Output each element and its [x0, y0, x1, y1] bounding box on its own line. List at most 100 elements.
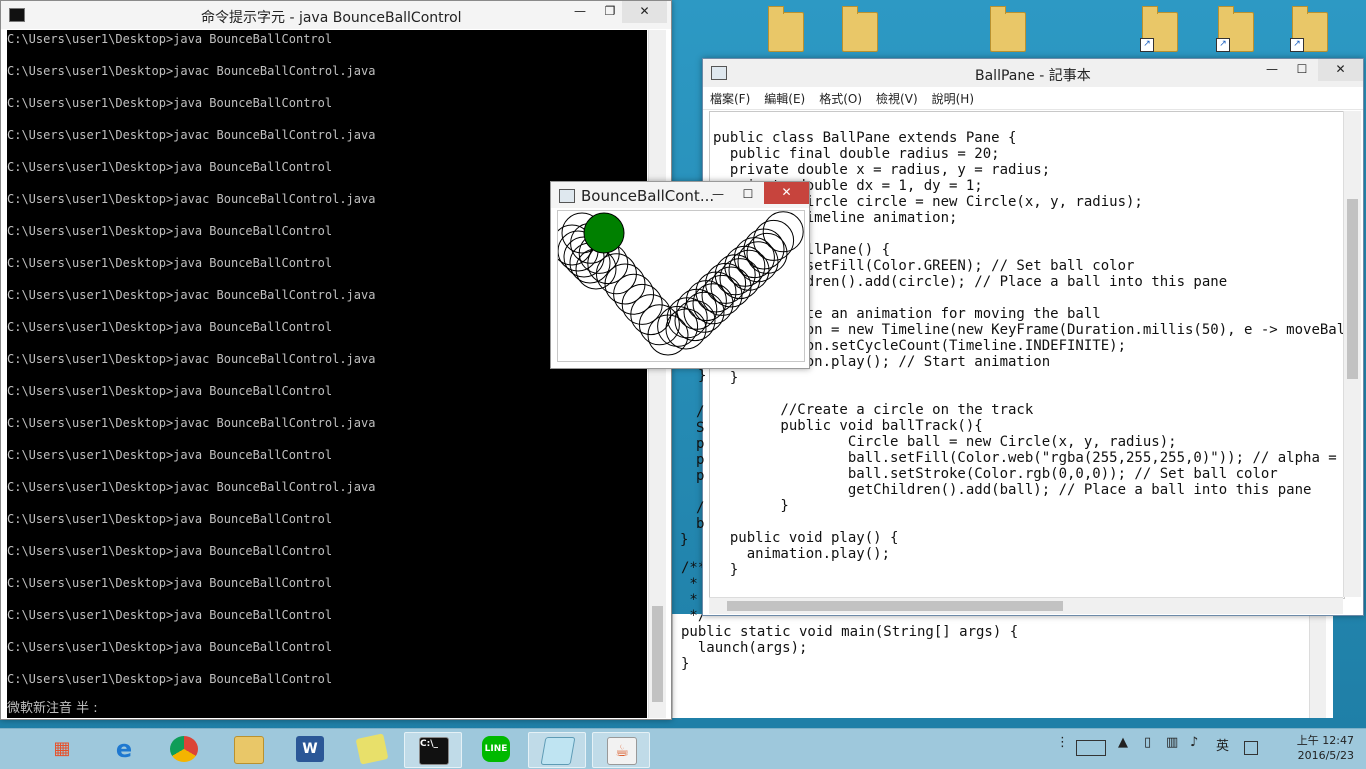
maximize-button[interactable]: ❐: [595, 1, 625, 23]
console-line: C:\Users\user1\Desktop>java BounceBallCo…: [7, 512, 333, 526]
folder-icon[interactable]: [840, 6, 880, 52]
console-line: C:\Users\user1\Desktop>java BounceBallCo…: [7, 608, 333, 622]
start-button[interactable]: ▦: [34, 732, 90, 766]
green-ball: [583, 212, 625, 254]
taskbar-chrome[interactable]: [156, 732, 212, 766]
network-icon[interactable]: ▥: [1166, 735, 1178, 750]
close-button[interactable]: ✕: [1318, 59, 1363, 81]
track-circle: [719, 258, 761, 300]
console-line: C:\Users\user1\Desktop>javac BounceBallC…: [7, 288, 376, 302]
clock[interactable]: 上午 12:47 2016/5/23: [1297, 733, 1354, 763]
track-circle: [746, 232, 788, 274]
notepad-titlebar[interactable]: BallPane - 記事本 — ☐ ✕: [703, 59, 1363, 87]
volume-icon[interactable]: ♪: [1190, 735, 1198, 750]
menu-help[interactable]: 說明(H): [925, 87, 981, 110]
taskbar-cmd[interactable]: C:\_: [404, 732, 462, 768]
windows-grid-icon: ▦: [53, 738, 71, 759]
console-line: C:\Users\user1\Desktop>javac BounceBallC…: [7, 192, 376, 206]
code-fragment: /: [696, 500, 705, 516]
console-line: C:\Users\user1\Desktop>java BounceBallCo…: [7, 544, 333, 558]
taskbar: ▦ e W C:\_ LINE ☕ ⋮ ▲ ▯ ▥ ♪ 英 上午 12:47 2…: [0, 728, 1366, 769]
track-circle: [638, 304, 680, 346]
console-line: C:\Users\user1\Desktop>java BounceBallCo…: [7, 320, 333, 334]
taskbar-word[interactable]: W: [282, 732, 338, 766]
touch-keyboard-icon[interactable]: [1076, 740, 1106, 756]
console-line: C:\Users\user1\Desktop>java BounceBallCo…: [7, 256, 333, 270]
show-hidden-icons[interactable]: ▲: [1118, 735, 1128, 750]
minimize-button[interactable]: —: [1257, 59, 1287, 81]
taskbar-explorer[interactable]: [220, 732, 276, 766]
scrollbar-thumb[interactable]: [652, 606, 663, 702]
code-fragment: p: [696, 452, 705, 468]
folder-icon[interactable]: [988, 6, 1028, 52]
cmd-titlebar[interactable]: 命令提示字元 - java BounceBallControl — ❐ ✕: [1, 1, 671, 29]
cmd-app-icon: [9, 8, 25, 22]
bounce-ball-window: BounceBallCont... — ☐ ✕: [550, 181, 810, 369]
track-circle: [753, 219, 795, 261]
battery-icon[interactable]: ▯: [1144, 735, 1151, 750]
folder-icon[interactable]: [766, 6, 806, 52]
line-icon: LINE: [482, 736, 510, 762]
ball-track-canvas: [551, 211, 804, 356]
menu-bar: 檔案(F) 編輯(E) 格式(O) 檢視(V) 說明(H): [703, 87, 1363, 110]
console-line: C:\Users\user1\Desktop>java BounceBallCo…: [7, 32, 333, 46]
word-icon: W: [296, 736, 324, 762]
cmd-icon: C:\_: [419, 737, 449, 765]
maximize-button[interactable]: ☐: [1287, 59, 1317, 81]
ime-status: 微軟新注音 半 :: [7, 701, 98, 716]
horizontal-scrollbar[interactable]: [709, 597, 1343, 614]
vertical-scrollbar[interactable]: [1309, 614, 1326, 718]
taskbar-ie[interactable]: e: [96, 732, 152, 766]
scrollbar-thumb[interactable]: [727, 601, 1063, 611]
menu-file[interactable]: 檔案(F): [703, 87, 757, 110]
console-line: C:\Users\user1\Desktop>javac BounceBallC…: [7, 64, 376, 78]
close-button[interactable]: ✕: [622, 1, 667, 23]
window-title: BounceBallCont...: [581, 187, 715, 205]
java-icon: ☕: [607, 737, 637, 765]
vertical-scrollbar[interactable]: [648, 30, 666, 718]
console-line: C:\Users\user1\Desktop>java BounceBallCo…: [7, 384, 333, 398]
code-fragment: p: [696, 436, 705, 452]
clock-date: 2016/5/23: [1297, 749, 1354, 762]
taskbar-line[interactable]: LINE: [468, 732, 524, 766]
folder-shortcut-icon[interactable]: ↗: [1216, 6, 1256, 52]
track-circle: [630, 294, 672, 336]
clock-time: 上午 12:47: [1296, 734, 1354, 747]
window-title: BallPane - 記事本: [975, 68, 1091, 84]
taskbar-sticky-notes[interactable]: [344, 732, 400, 766]
chrome-icon: [170, 736, 198, 762]
sticky-notes-icon: [355, 733, 389, 765]
taskbar-notepad[interactable]: [528, 732, 586, 768]
ime-language[interactable]: 英: [1216, 735, 1229, 754]
track-circle: [728, 249, 770, 291]
console-line: C:\Users\user1\Desktop>java BounceBallCo…: [7, 576, 333, 590]
console-output[interactable]: 微軟新注音 半 : C:\Users\user1\Desktop>java Bo…: [7, 30, 647, 718]
folder-shortcut-icon[interactable]: ↗: [1290, 6, 1330, 52]
notepad-app-icon: [711, 66, 727, 80]
console-line: C:\Users\user1\Desktop>javac BounceBallC…: [7, 352, 376, 366]
scrollbar-thumb[interactable]: [1347, 199, 1358, 379]
maximize-button[interactable]: ☐: [733, 184, 763, 206]
bounce-titlebar[interactable]: BounceBallCont... — ☐ ✕: [551, 182, 809, 208]
console-line: C:\Users\user1\Desktop>javac BounceBallC…: [7, 480, 376, 494]
close-button[interactable]: ✕: [764, 182, 809, 204]
console-line: C:\Users\user1\Desktop>java BounceBallCo…: [7, 448, 333, 462]
minimize-button[interactable]: —: [565, 1, 595, 23]
code-fragment: S: [696, 420, 705, 436]
window-title: 命令提示字元 - java BounceBallControl: [201, 10, 462, 26]
menu-edit[interactable]: 編輯(E): [757, 87, 812, 110]
ie-icon: e: [115, 735, 133, 763]
folder-shortcut-icon[interactable]: ↗: [1140, 6, 1180, 52]
code-fragment: p: [696, 468, 705, 484]
minimize-button[interactable]: —: [703, 184, 733, 206]
action-center-icon[interactable]: [1244, 741, 1258, 755]
console-line: C:\Users\user1\Desktop>java BounceBallCo…: [7, 96, 333, 110]
track-circle: [575, 248, 617, 290]
vertical-scrollbar[interactable]: [1343, 111, 1361, 597]
console-line: C:\Users\user1\Desktop>java BounceBallCo…: [7, 672, 333, 686]
taskbar-java[interactable]: ☕: [592, 732, 650, 768]
menu-view[interactable]: 檢視(V): [869, 87, 925, 110]
grip-icon: ⋮: [1056, 735, 1069, 750]
code-fragment: b: [696, 516, 705, 532]
menu-format[interactable]: 格式(O): [812, 87, 869, 110]
